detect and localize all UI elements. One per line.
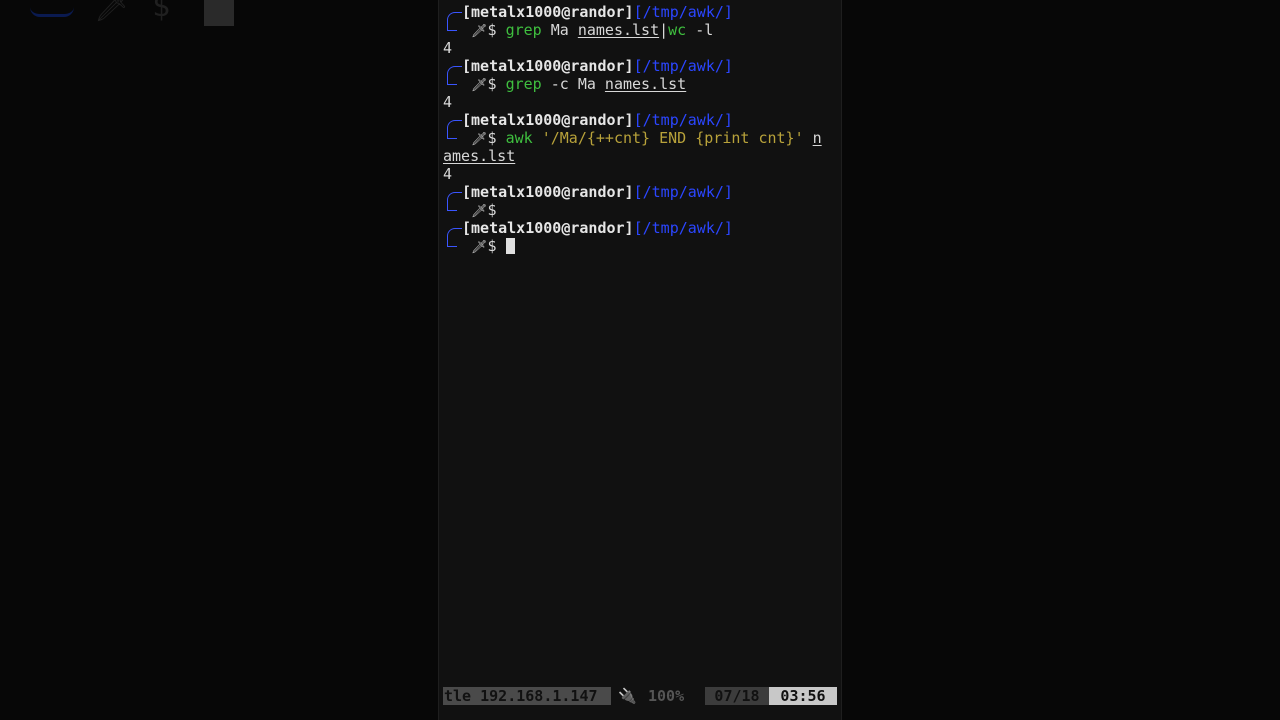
background-cursor-block bbox=[204, 0, 235, 26]
prompt-user-host: [metalx1000@randor] bbox=[462, 183, 634, 201]
prompt-path: [/tmp/awk/] bbox=[633, 183, 733, 201]
prompt-path: [/tmp/awk/] bbox=[633, 57, 733, 75]
status-network: tle 192.168.1.147 bbox=[443, 687, 611, 705]
status-battery: 100% bbox=[648, 687, 685, 705]
prompt-dollar: $ bbox=[487, 75, 506, 93]
command-token: -l bbox=[686, 21, 714, 39]
status-time: 03:56 bbox=[769, 687, 837, 705]
prompt-header: [metalx1000@randor][/tmp/awk/] bbox=[443, 3, 837, 31]
prompt-path: [/tmp/awk/] bbox=[633, 219, 733, 237]
plug-icon: 🔌 bbox=[618, 687, 637, 705]
background-right bbox=[842, 0, 1280, 720]
command-token: n bbox=[812, 129, 822, 147]
background-knife-icon: 🗡 bbox=[94, 0, 133, 24]
command-token: | bbox=[659, 21, 669, 39]
command-token: awk bbox=[505, 129, 533, 147]
prompt-dollar: $ bbox=[487, 237, 506, 255]
background-dollar: $ bbox=[152, 0, 171, 24]
command-token: grep bbox=[505, 21, 542, 39]
command-token: wc bbox=[668, 21, 687, 39]
prompt-path: [/tmp/awk/] bbox=[633, 3, 733, 21]
prompt-dollar: $ bbox=[487, 201, 497, 219]
prompt-dollar: $ bbox=[487, 129, 506, 147]
command-line[interactable]: 🗡$ awk '/Ma/{++cnt} END {print cnt}' n bbox=[443, 129, 837, 147]
prompt-header: [metalx1000@randor][/tmp/awk/] bbox=[443, 57, 837, 85]
prompt-dollar: $ bbox=[487, 21, 506, 39]
command-token: grep bbox=[505, 75, 542, 93]
command-output: 4 bbox=[443, 39, 453, 57]
command-token: '/Ma/{++cnt} END {print cnt}' bbox=[532, 129, 813, 147]
command-wrap-line: ames.lst bbox=[443, 147, 837, 165]
command-output: 4 bbox=[443, 165, 453, 183]
status-date: 07/18 bbox=[705, 687, 769, 705]
prompt-header: [metalx1000@randor][/tmp/awk/] bbox=[443, 111, 837, 139]
command-token: ames.lst bbox=[443, 147, 516, 165]
dagger-icon: 🗡 bbox=[471, 240, 488, 255]
status-bar: tle 192.168.1.147 🔌 100% 07/18 03:56 bbox=[443, 687, 837, 705]
dagger-icon: 🗡 bbox=[471, 24, 488, 39]
terminal-output[interactable]: [metalx1000@randor][/tmp/awk/] 🗡$ grep Ma… bbox=[443, 3, 837, 255]
background-arc bbox=[30, 0, 74, 17]
dagger-icon: 🗡 bbox=[471, 132, 488, 147]
command-token: Ma bbox=[541, 21, 578, 39]
prompt-path: [/tmp/awk/] bbox=[633, 111, 733, 129]
command-line[interactable]: 🗡$ bbox=[443, 201, 837, 219]
command-output: 4 bbox=[443, 93, 453, 111]
command-line[interactable]: 🗡$ grep -c Ma names.lst bbox=[443, 75, 837, 93]
command-token: names.lst bbox=[577, 21, 660, 39]
prompt-user-host: [metalx1000@randor] bbox=[462, 111, 634, 129]
prompt-header: [metalx1000@randor][/tmp/awk/] bbox=[443, 219, 837, 247]
command-token: -c Ma bbox=[541, 75, 605, 93]
background-left: 🗡 $ bbox=[0, 0, 438, 720]
dagger-icon: 🗡 bbox=[471, 78, 488, 93]
prompt-user-host: [metalx1000@randor] bbox=[462, 3, 634, 21]
command-token: names.lst bbox=[604, 75, 687, 93]
terminal-window[interactable]: [metalx1000@randor][/tmp/awk/] 🗡$ grep Ma… bbox=[438, 0, 842, 720]
prompt-user-host: [metalx1000@randor] bbox=[462, 57, 634, 75]
text-cursor bbox=[505, 238, 515, 254]
background-blurred-prompt: 🗡 $ bbox=[30, 0, 235, 26]
command-line[interactable]: 🗡$ bbox=[443, 237, 837, 255]
command-line[interactable]: 🗡$ grep Ma names.lst|wc -l bbox=[443, 21, 837, 39]
dagger-icon: 🗡 bbox=[471, 204, 488, 219]
prompt-user-host: [metalx1000@randor] bbox=[462, 219, 634, 237]
prompt-header: [metalx1000@randor][/tmp/awk/] bbox=[443, 183, 837, 211]
